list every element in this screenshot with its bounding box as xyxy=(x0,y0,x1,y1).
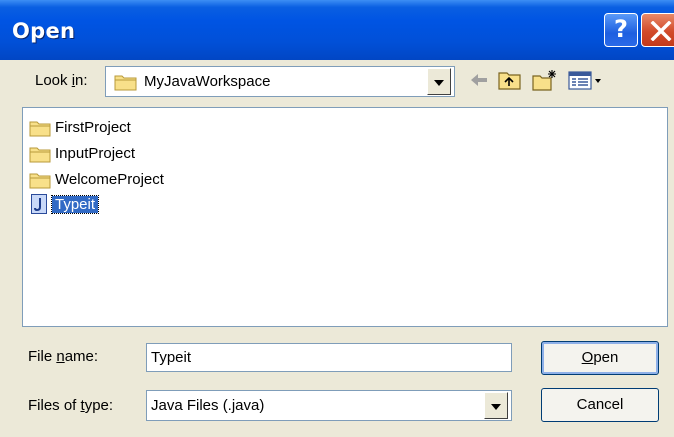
close-button[interactable] xyxy=(641,13,674,47)
folder-icon xyxy=(29,173,51,189)
look-in-value: MyJavaWorkspace xyxy=(144,73,271,90)
files-of-type-value: Java Files (.java) xyxy=(151,397,265,414)
folder-icon xyxy=(114,75,137,91)
file-name-input[interactable]: Typeit xyxy=(146,343,512,372)
folder-icon xyxy=(29,147,51,163)
back-arrow-icon[interactable] xyxy=(468,69,490,91)
files-of-type-dropdown-button[interactable] xyxy=(484,392,508,419)
files-of-type-label: Files of type: xyxy=(28,397,114,414)
new-folder-icon[interactable] xyxy=(532,69,558,91)
title-bar[interactable]: Open ? xyxy=(0,0,674,60)
help-button[interactable]: ? xyxy=(604,13,638,47)
list-item-label: WelcomeProject xyxy=(55,171,164,188)
list-item-label: FirstProject xyxy=(55,119,131,136)
files-of-type-combobox[interactable]: Java Files (.java) xyxy=(146,390,512,421)
file-name-label: File name: xyxy=(28,348,99,365)
file-name-value: Typeit xyxy=(151,349,192,366)
open-button[interactable]: Open xyxy=(541,341,659,375)
window-title: Open xyxy=(12,19,76,43)
list-item-label: InputProject xyxy=(55,145,136,162)
view-menu-icon[interactable] xyxy=(568,69,606,91)
list-item-label: Typeit xyxy=(50,195,100,214)
java-file-icon xyxy=(31,194,47,214)
up-folder-icon[interactable] xyxy=(498,69,522,91)
help-icon: ? xyxy=(614,15,628,43)
close-icon xyxy=(650,21,672,41)
look-in-combobox[interactable]: MyJavaWorkspace xyxy=(105,66,455,97)
look-in-dropdown-button[interactable] xyxy=(427,68,451,95)
look-in-label: Look in: xyxy=(35,72,88,89)
cancel-button[interactable]: Cancel xyxy=(541,388,659,422)
file-list[interactable]: FirstProject InputProject WelcomeProject… xyxy=(22,107,668,327)
folder-icon xyxy=(29,121,51,137)
